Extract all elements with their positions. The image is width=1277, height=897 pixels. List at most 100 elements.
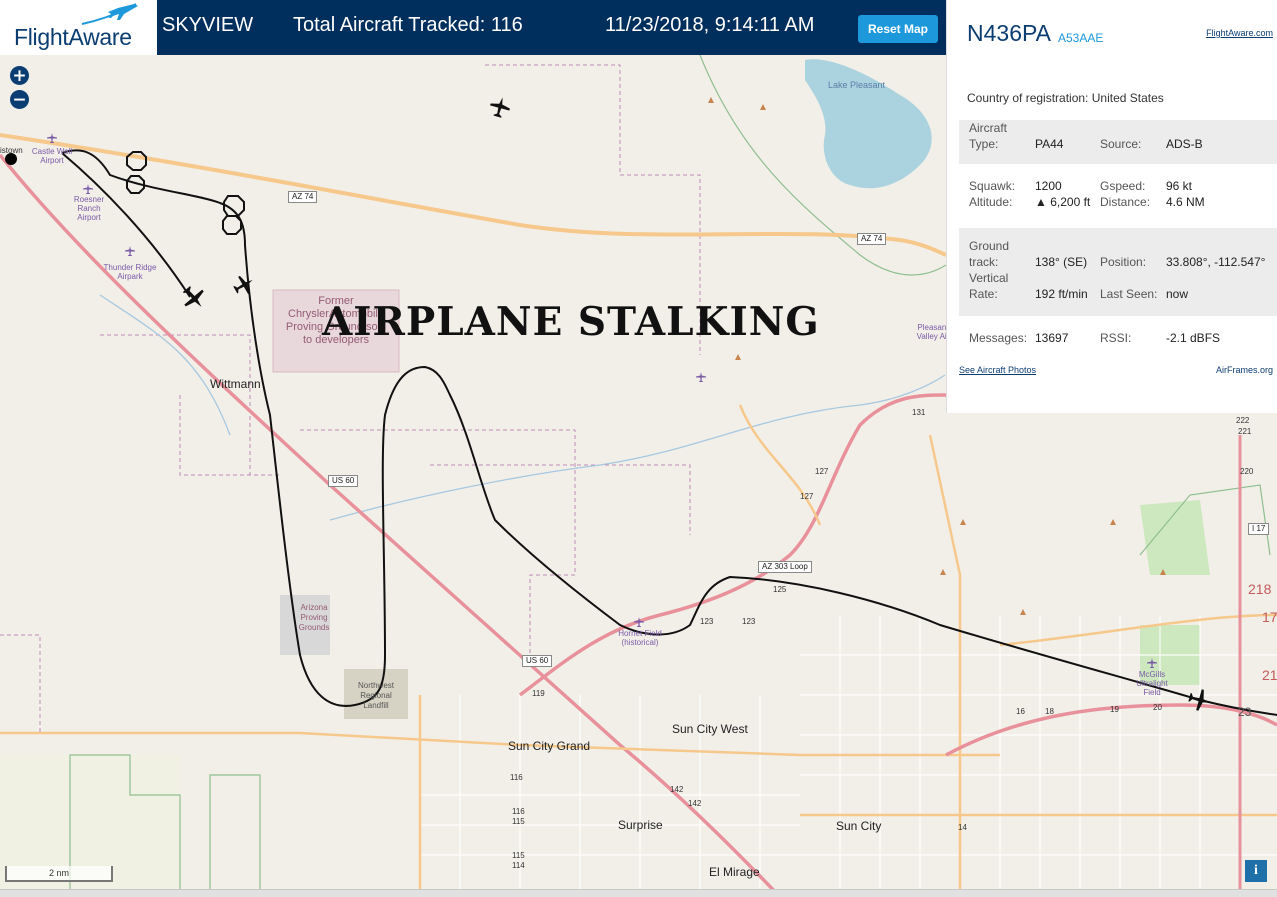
road-number: 123: [700, 617, 714, 626]
app-name: SKYVIEW: [162, 14, 254, 36]
road-number: 14: [958, 823, 967, 832]
gspeed-value: 96 kt: [1166, 179, 1193, 193]
city-label: Wittmann: [210, 377, 261, 391]
airport-icon: [696, 372, 706, 382]
airport-icon: [47, 133, 57, 143]
road-number: 222: [1236, 416, 1250, 425]
poi-mcgills: McGills Ultralight Field: [1136, 670, 1168, 697]
flightaware-link[interactable]: FlightAware.com: [1206, 28, 1273, 38]
source-value: ADS-B: [1166, 137, 1203, 151]
area-landfill: Northwest Regional Landfill: [357, 681, 394, 710]
reset-map-button[interactable]: Reset Map: [858, 15, 938, 43]
city-label: Sun City Grand: [508, 739, 591, 753]
city-label: Surprise: [618, 818, 663, 832]
position-label: Position:: [1100, 255, 1147, 269]
messages-label: Messages:: [969, 331, 1028, 345]
last-seen-label: Last Seen:: [1100, 287, 1158, 301]
area-arizona-proving: Arizona Proving Grounds: [298, 603, 330, 632]
aircraft-icon[interactable]: [180, 284, 208, 312]
road-number: 221: [1238, 427, 1252, 436]
road-number: 116: [512, 807, 525, 816]
last-seen-value: now: [1166, 287, 1189, 301]
zoom-in-button[interactable]: +: [10, 66, 29, 85]
vertical-rate-label: Vertical Rate:: [969, 271, 1009, 301]
aircraft-info-panel: N436PA A53AAE FlightAware.com Country of…: [946, 0, 1277, 413]
airport-icon: [83, 184, 93, 194]
road-shield: US 60: [328, 475, 359, 487]
poi-castle-well: Castle Well Airport: [31, 147, 73, 165]
position-value: 33.808°, -112.547°: [1166, 255, 1266, 269]
scale-bar: 2 nm: [5, 866, 113, 882]
road-number: 16: [1016, 707, 1025, 716]
poi-roesner: Roesner Ranch Airport: [73, 195, 105, 222]
logo-plane-icon: [81, 3, 138, 25]
group-aircraft: Aircraft Type: PA44 Source: ADS-B: [959, 120, 1277, 164]
water-lake-pleasant: Lake Pleasant: [828, 80, 886, 90]
airport-icon: [1147, 658, 1157, 668]
aircraft-photos-link[interactable]: See Aircraft Photos: [959, 365, 1036, 375]
squawk-value: 1200: [1035, 179, 1062, 193]
horizontal-scrollbar[interactable]: [0, 889, 1277, 897]
poi-thunder: Thunder Ridge Airpark: [103, 263, 157, 281]
aircraft-icon[interactable]: [488, 95, 512, 119]
road-shield: I 17: [1248, 523, 1270, 535]
road-number: 19: [1110, 705, 1119, 714]
country-row: Country of registration: United States: [967, 91, 1164, 105]
info-icon-button[interactable]: i: [1245, 860, 1267, 882]
road-number: 142: [670, 785, 684, 794]
road-number: 131: [912, 408, 926, 417]
poi-hornet: Hornet Field (historical): [618, 629, 662, 647]
road-number: 127: [815, 467, 829, 476]
city-label: El Mirage: [709, 865, 760, 879]
overlay-title: AIRPLANE STALKING: [322, 299, 820, 345]
vertical-rate-value: 192 ft/min: [1035, 287, 1088, 301]
aircraft-type-value: PA44: [1035, 137, 1064, 151]
zoom-out-button[interactable]: −: [10, 90, 29, 109]
ground-track-value: 138° (SE): [1035, 255, 1088, 269]
poi-pleasant-valley: Pleasant Valley Air: [916, 323, 950, 341]
road-number: 17: [1262, 609, 1277, 625]
country-label: Country of registration:: [967, 91, 1089, 105]
town-fragment: istown: [0, 146, 23, 155]
road-number: 18: [1045, 707, 1054, 716]
road-number: 142: [688, 799, 702, 808]
selected-aircraft-icon[interactable]: [1187, 687, 1213, 713]
road-number: 127: [800, 492, 814, 501]
group-signal: Messages: 13697 RSSI: -2.1 dBFS: [959, 330, 1277, 350]
road-number: 119: [532, 689, 545, 698]
distance-label: Distance:: [1100, 195, 1151, 209]
source-label: Source:: [1100, 137, 1142, 151]
altitude-label: Altitude:: [969, 195, 1013, 209]
aircraft-icon[interactable]: [232, 273, 256, 297]
messages-value: 13697: [1035, 331, 1069, 345]
city-label: Sun City West: [672, 722, 748, 736]
road-shield: AZ 74: [857, 233, 887, 245]
rssi-label: RSSI:: [1100, 331, 1132, 345]
road-number: 21: [1262, 667, 1277, 683]
road-number: 125: [773, 585, 787, 594]
logo-text: FlightAware: [14, 24, 132, 50]
aircraft-hex: A53AAE: [1058, 31, 1104, 45]
flightaware-logo[interactable]: FlightAware: [0, 0, 157, 55]
airframes-link[interactable]: AirFrames.org: [1216, 365, 1273, 375]
gspeed-label: Gspeed:: [1100, 179, 1146, 193]
country-value: United States: [1091, 91, 1164, 105]
altitude-value: ▲ 6,200 ft: [1035, 195, 1091, 209]
clock: 11/23/2018, 9:14:11 AM: [605, 14, 815, 36]
aircraft-count: Total Aircraft Tracked: 116: [293, 14, 523, 36]
road-number: 218: [1248, 581, 1272, 597]
road-number: 114: [512, 861, 525, 870]
plus-icon: +: [12, 65, 27, 86]
road-number: 115: [512, 851, 525, 860]
road-number: 220: [1240, 467, 1254, 476]
city-label: Sun City: [836, 819, 882, 833]
distance-value: 4.6 NM: [1166, 195, 1205, 209]
minus-icon: −: [12, 89, 27, 110]
group-track: Ground track: 138° (SE) Position: 33.808…: [959, 228, 1277, 316]
squawk-label: Squawk:: [969, 179, 1016, 193]
road-number: 115: [512, 817, 525, 826]
road-shield: AZ 74: [288, 191, 318, 203]
rssi-value: -2.1 dBFS: [1166, 331, 1221, 345]
group-flight: Squawk: 1200 Gspeed: 96 kt Altitude: ▲ 6…: [959, 178, 1277, 212]
road-number: 20: [1153, 703, 1162, 712]
